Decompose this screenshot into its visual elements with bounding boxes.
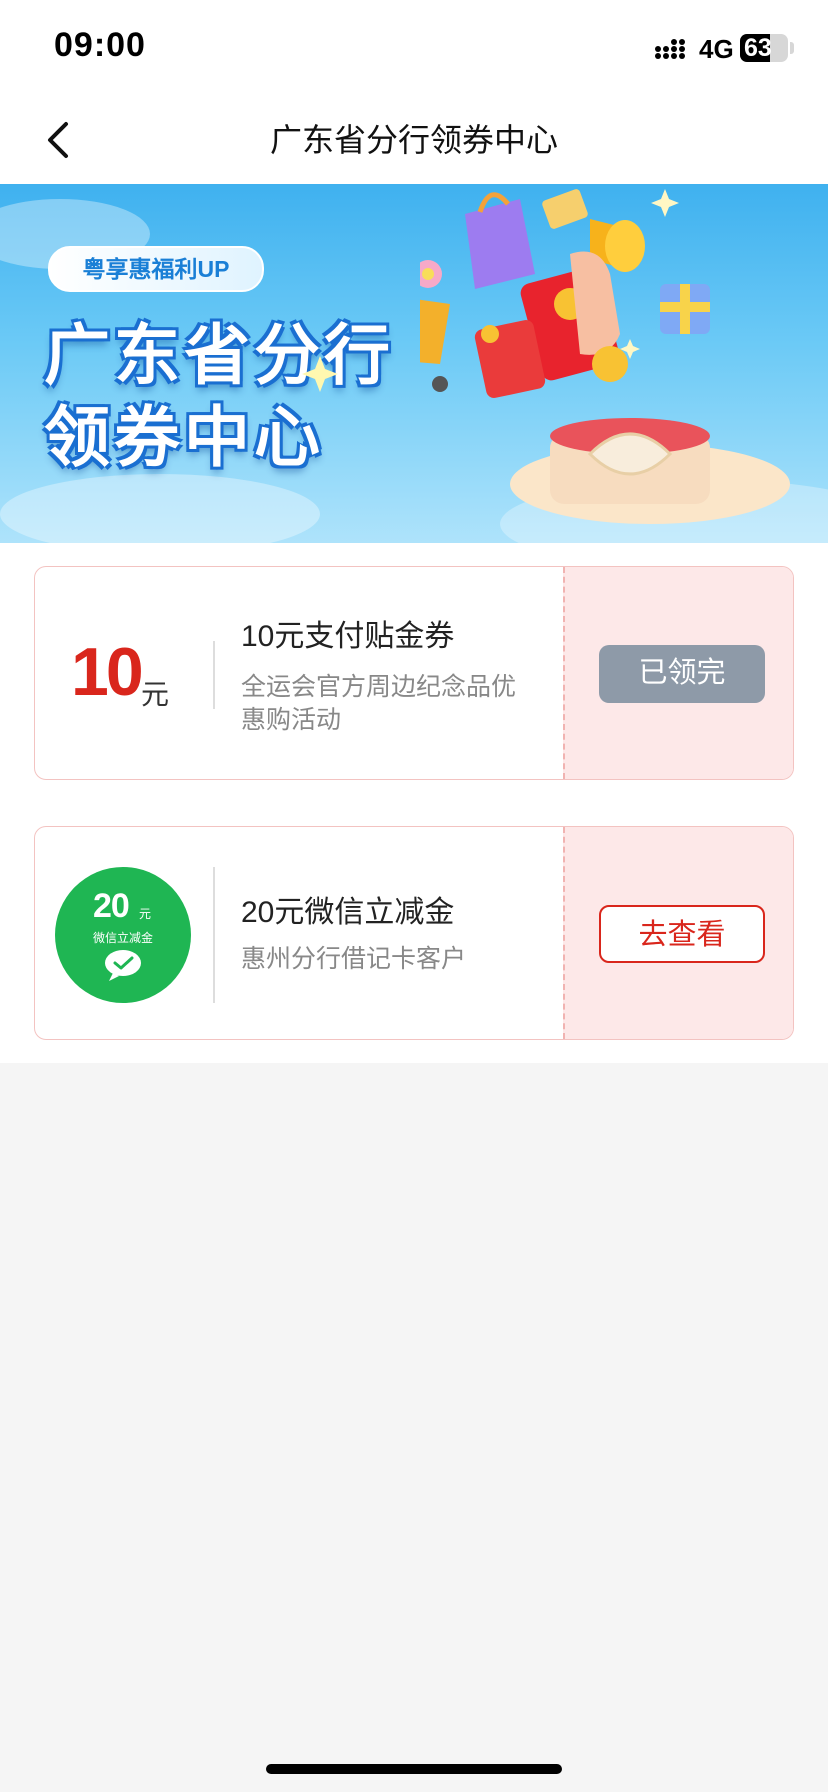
coupon-description: 惠州分行借记卡客户 [241,945,467,973]
chevron-left-icon [48,122,68,158]
divider [213,867,215,1003]
wechat-icon [105,950,141,981]
battery-icon: 63 [740,34,788,62]
banner-tag: 粤享惠福利UP [48,246,264,292]
coupon-card: 10 元 10元支付贴金券 全运会官方周边纪念品优惠购活动 已领完 [34,566,794,780]
divider [213,641,215,709]
wechat-coupon-badge: 20 元 微信立减金 [55,867,191,1003]
status-bar: 09:00 4G 63 [0,0,828,96]
promo-banner[interactable]: 粤享惠福利UP 广东省分行 领券中心 [0,184,828,543]
sparkle-icon [302,356,338,392]
claimed-button[interactable]: 已领完 [599,645,765,703]
navigation-bar: 广东省分行领券中心 [0,96,828,184]
signal-icon [655,39,685,59]
status-time: 09:00 [54,26,146,64]
coupon-unit: 元 [141,679,170,710]
badge-text: 微信立减金 [92,931,153,945]
gifts-illustration [420,189,790,524]
coupon-description: 全运会官方周边纪念品优惠购活动 [241,673,517,734]
page-title: 广东省分行领券中心 [269,122,558,158]
coupon-title: 10元支付贴金券 [241,620,455,653]
badge-unit: 元 [139,907,152,921]
coupon-card: 20 元 微信立减金 20元微信立减金 惠州分行借记卡客户 去查看 [34,826,794,1040]
coupon-amount: 10 [71,634,144,710]
view-button[interactable]: 去查看 [599,905,765,963]
battery-nub [790,42,794,54]
home-indicator [266,1764,562,1774]
coupon-title: 20元微信立减金 [241,896,455,929]
battery-level-text: 63 [744,34,772,62]
back-button[interactable] [38,114,86,166]
banner-title-line2: 领券中心 [44,400,324,474]
badge-amount: 20 [93,887,130,925]
network-type: 4G [699,34,734,64]
